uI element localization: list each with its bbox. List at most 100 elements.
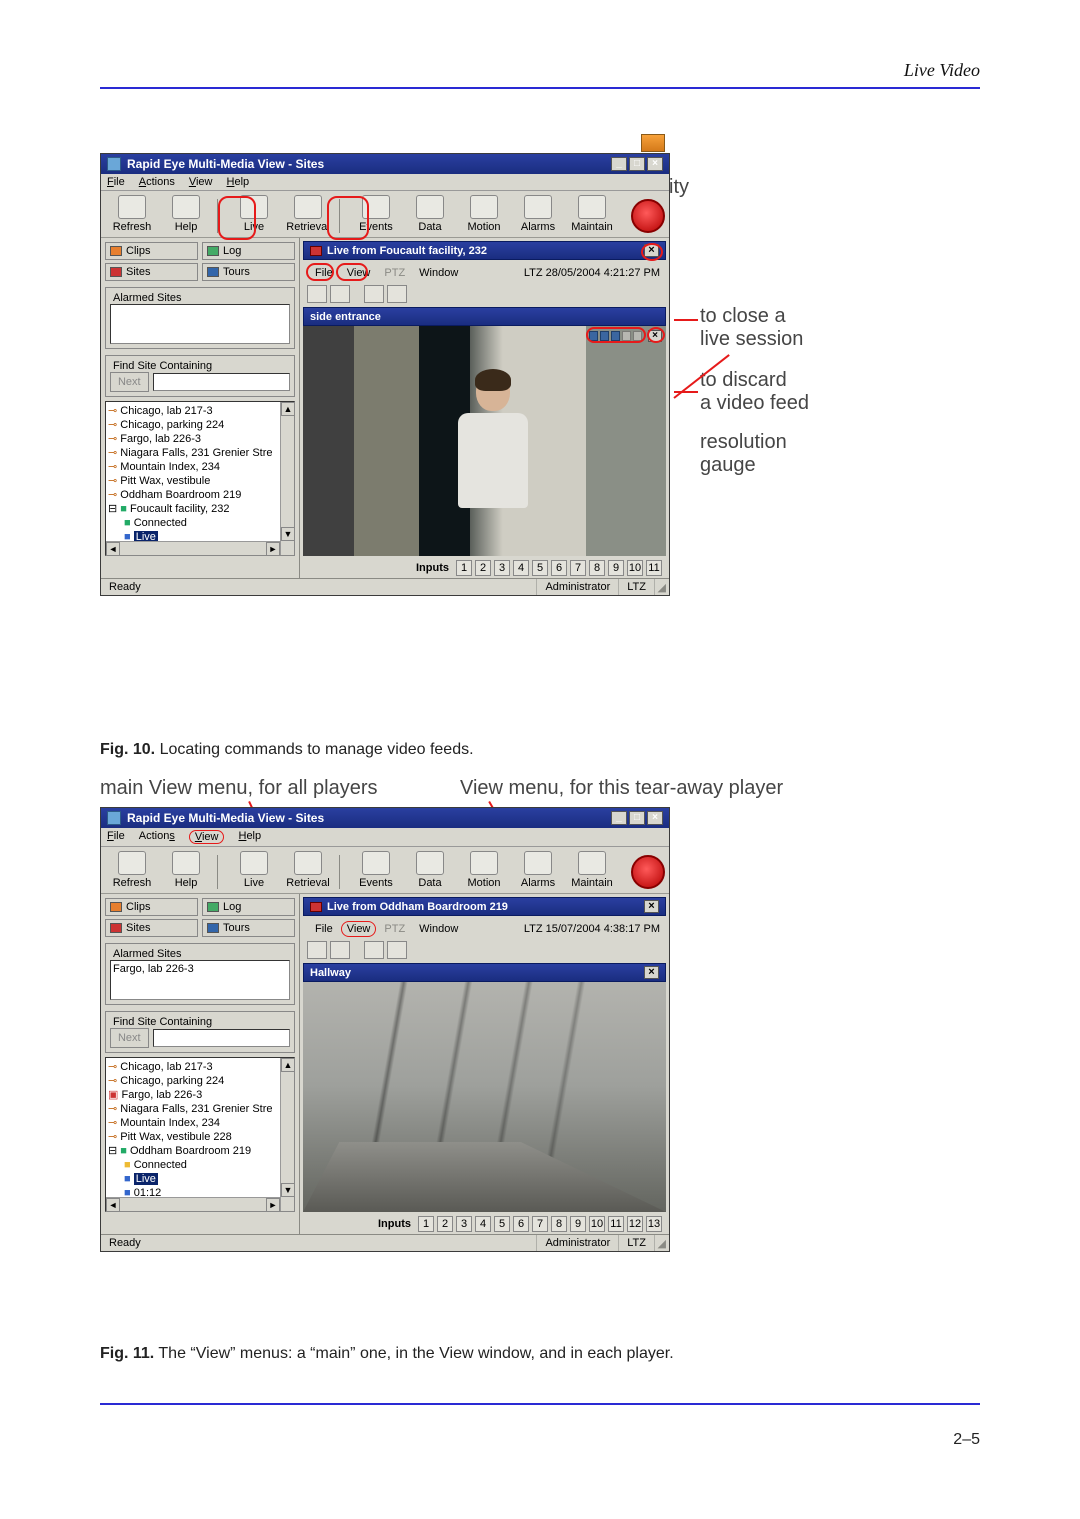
- close-button[interactable]: ×: [647, 157, 663, 171]
- toolbar-maintain[interactable]: Maintain: [565, 195, 619, 233]
- close-button[interactable]: ×: [647, 811, 663, 825]
- corner-button-icon[interactable]: [641, 134, 665, 152]
- camera-close-button[interactable]: ×: [644, 966, 659, 979]
- layout-2[interactable]: [330, 285, 350, 303]
- menu-view[interactable]: View: [189, 830, 225, 844]
- player-menu-file[interactable]: File: [309, 921, 339, 937]
- tree-vscrollbar[interactable]: ▲▼: [280, 1058, 294, 1211]
- layout-3[interactable]: [364, 285, 384, 303]
- input-8[interactable]: 8: [551, 1216, 567, 1232]
- site-tree[interactable]: ⊸ Chicago, lab 217-3 ⊸ Chicago, parking …: [105, 401, 295, 556]
- find-next-button[interactable]: Next: [110, 1028, 149, 1048]
- player-menu-view[interactable]: View: [341, 921, 377, 937]
- resize-grip-icon[interactable]: ◢: [655, 1237, 669, 1250]
- minimize-button[interactable]: _: [611, 811, 627, 825]
- menu-file[interactable]: File: [107, 830, 125, 844]
- tab-tours[interactable]: Tours: [202, 919, 295, 937]
- window-titlebar: Rapid Eye Multi-Media View - Sites _ □ ×: [101, 808, 669, 828]
- player-menu-window[interactable]: Window: [413, 921, 464, 937]
- input-1[interactable]: 1: [418, 1216, 434, 1232]
- find-site-input[interactable]: [153, 1029, 290, 1047]
- minimize-button[interactable]: _: [611, 157, 627, 171]
- tab-log[interactable]: Log: [202, 242, 295, 260]
- toolbar-alarms[interactable]: Alarms: [511, 195, 565, 233]
- input-13[interactable]: 13: [646, 1216, 662, 1232]
- tab-clips[interactable]: Clips: [105, 242, 198, 260]
- menu-view[interactable]: View: [189, 176, 213, 188]
- layout-1[interactable]: [307, 285, 327, 303]
- input-12[interactable]: 12: [627, 1216, 643, 1232]
- maximize-button[interactable]: □: [629, 811, 645, 825]
- window-title: Rapid Eye Multi-Media View - Sites: [127, 157, 611, 171]
- layout-4[interactable]: [387, 285, 407, 303]
- toolbar-motion[interactable]: Motion: [457, 195, 511, 233]
- toolbar-refresh[interactable]: Refresh: [105, 851, 159, 889]
- input-8[interactable]: 8: [589, 560, 605, 576]
- alarmed-sites-list[interactable]: Fargo, lab 226-3: [110, 960, 290, 1000]
- input-7[interactable]: 7: [532, 1216, 548, 1232]
- input-5[interactable]: 5: [494, 1216, 510, 1232]
- menu-actions[interactable]: Actions: [139, 830, 175, 844]
- menu-help[interactable]: Help: [227, 176, 250, 188]
- input-10[interactable]: 10: [589, 1216, 605, 1232]
- tree-hscrollbar[interactable]: ◄►: [106, 541, 280, 555]
- tree-hscrollbar[interactable]: ◄►: [106, 1197, 280, 1211]
- tab-sites[interactable]: Sites: [105, 263, 198, 281]
- layout-4[interactable]: [387, 941, 407, 959]
- toolbar-refresh[interactable]: Refresh: [105, 195, 159, 233]
- input-9[interactable]: 9: [608, 560, 624, 576]
- toolbar-data[interactable]: Data: [403, 195, 457, 233]
- toolbar-retrieval[interactable]: Retrieval: [281, 851, 335, 889]
- input-10[interactable]: 10: [627, 560, 643, 576]
- window-body: Clips Log Sites Tours Alarmed Sites Farg…: [101, 894, 669, 1234]
- toolbar-maintain[interactable]: Maintain: [565, 851, 619, 889]
- record-button[interactable]: [631, 855, 665, 889]
- input-9[interactable]: 9: [570, 1216, 586, 1232]
- toolbar-live[interactable]: Live: [227, 851, 281, 889]
- maximize-button[interactable]: □: [629, 157, 645, 171]
- tree-vscrollbar[interactable]: ▲▼: [280, 402, 294, 555]
- input-3[interactable]: 3: [456, 1216, 472, 1232]
- input-11[interactable]: 11: [646, 560, 662, 576]
- layout-3[interactable]: [364, 941, 384, 959]
- toolbar-motion[interactable]: Motion: [457, 851, 511, 889]
- tab-log[interactable]: Log: [202, 898, 295, 916]
- input-1[interactable]: 1: [456, 560, 472, 576]
- input-4[interactable]: 4: [513, 560, 529, 576]
- camera-icon: [310, 902, 322, 912]
- find-site-input[interactable]: [153, 373, 290, 391]
- layout-1[interactable]: [307, 941, 327, 959]
- input-5[interactable]: 5: [532, 560, 548, 576]
- toolbar-help[interactable]: Help: [159, 195, 213, 233]
- toolbar-events[interactable]: Events: [349, 851, 403, 889]
- toolbar-alarms[interactable]: Alarms: [511, 851, 565, 889]
- input-2[interactable]: 2: [437, 1216, 453, 1232]
- menu-actions[interactable]: Actions: [139, 176, 175, 188]
- layout-2[interactable]: [330, 941, 350, 959]
- tab-sites[interactable]: Sites: [105, 919, 198, 937]
- input-2[interactable]: 2: [475, 560, 491, 576]
- video-feed[interactable]: ×: [303, 326, 666, 556]
- toolbar-help[interactable]: Help: [159, 851, 213, 889]
- inputs-label: Inputs: [416, 562, 449, 574]
- site-tree[interactable]: ⊸ Chicago, lab 217-3 ⊸ Chicago, parking …: [105, 1057, 295, 1212]
- record-button[interactable]: [631, 199, 665, 233]
- input-3[interactable]: 3: [494, 560, 510, 576]
- menu-help[interactable]: Help: [238, 830, 261, 844]
- find-next-button[interactable]: Next: [110, 372, 149, 392]
- session-close-button[interactable]: ×: [644, 900, 659, 913]
- toolbar-data[interactable]: Data: [403, 851, 457, 889]
- input-6[interactable]: 6: [513, 1216, 529, 1232]
- resize-grip-icon[interactable]: ◢: [655, 581, 669, 594]
- video-feed[interactable]: [303, 982, 666, 1212]
- player-menu-window[interactable]: Window: [413, 265, 464, 281]
- input-4[interactable]: 4: [475, 1216, 491, 1232]
- status-zone: LTZ: [619, 579, 655, 595]
- input-11[interactable]: 11: [608, 1216, 624, 1232]
- input-7[interactable]: 7: [570, 560, 586, 576]
- alarmed-sites-list[interactable]: [110, 304, 290, 344]
- tab-tours[interactable]: Tours: [202, 263, 295, 281]
- menu-file[interactable]: File: [107, 176, 125, 188]
- input-6[interactable]: 6: [551, 560, 567, 576]
- tab-clips[interactable]: Clips: [105, 898, 198, 916]
